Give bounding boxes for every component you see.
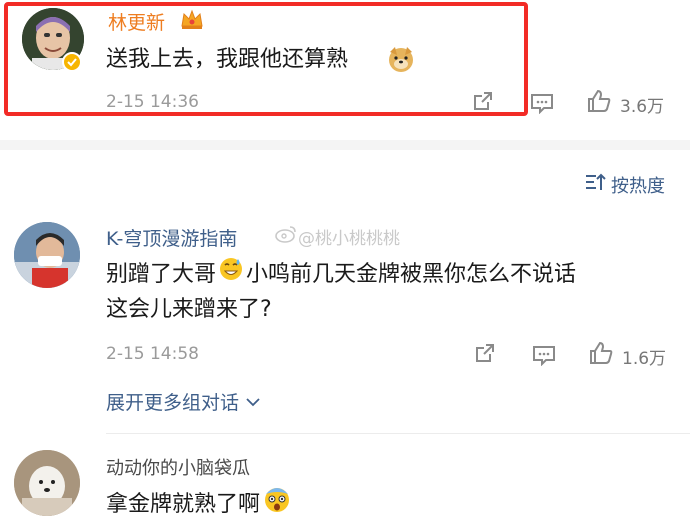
comment-text-line1: 别蹭了大哥 小鸣前几天金牌被黑你怎么不说话 <box>106 256 576 294</box>
comment-timestamp: 2-15 14:36 <box>106 92 199 112</box>
comment-username[interactable]: 动动你的小脑袋瓜 <box>106 454 250 480</box>
weibo-logo-icon <box>274 224 298 248</box>
expand-thread-label: 展开更多组对话 <box>106 392 240 414</box>
like-count: 3.6万 <box>620 97 665 117</box>
comment-separator <box>106 433 690 434</box>
comment-username[interactable]: K-穹顶漫游指南 <box>106 224 237 251</box>
like-icon[interactable] <box>586 88 612 114</box>
comment-text-line1: 拿金牌就熟了啊 <box>106 484 292 526</box>
avatar[interactable] <box>14 450 80 516</box>
comment-username[interactable]: 林更新 <box>108 8 165 35</box>
comment-text-part: 别蹭了大哥 <box>106 262 217 287</box>
chevron-down-icon <box>245 391 261 413</box>
crown-icon <box>180 8 204 34</box>
comment-timestamp: 2-15 14:58 <box>106 344 199 364</box>
comment-text-part: 小鸣前几天金牌被黑你怎么不说话 <box>246 262 577 287</box>
comment-text: 送我上去，我跟他还算熟 <box>106 47 349 72</box>
sort-by-hot[interactable]: 按热度 <box>611 172 665 198</box>
share-icon[interactable] <box>474 342 496 364</box>
doge-emoji <box>386 44 416 78</box>
like-count: 1.6万 <box>622 349 667 369</box>
comment-icon[interactable] <box>530 92 554 114</box>
scared-emoji <box>262 484 292 526</box>
comment-text-part: 拿金牌就熟了啊 <box>106 492 261 517</box>
like-icon[interactable] <box>588 340 614 366</box>
comment-text-line2: 这会儿来蹭来了? <box>106 297 272 322</box>
expand-thread-link[interactable]: 展开更多组对话 <box>106 388 261 415</box>
comment-icon[interactable] <box>532 344 556 366</box>
watermark: @桃小桃桃桃 <box>298 229 400 249</box>
sort-icon[interactable] <box>584 172 606 196</box>
section-divider <box>0 140 690 150</box>
verified-badge-icon <box>62 52 82 72</box>
share-icon[interactable] <box>472 90 494 112</box>
grin-sweat-emoji <box>218 256 244 294</box>
avatar[interactable] <box>14 222 80 288</box>
